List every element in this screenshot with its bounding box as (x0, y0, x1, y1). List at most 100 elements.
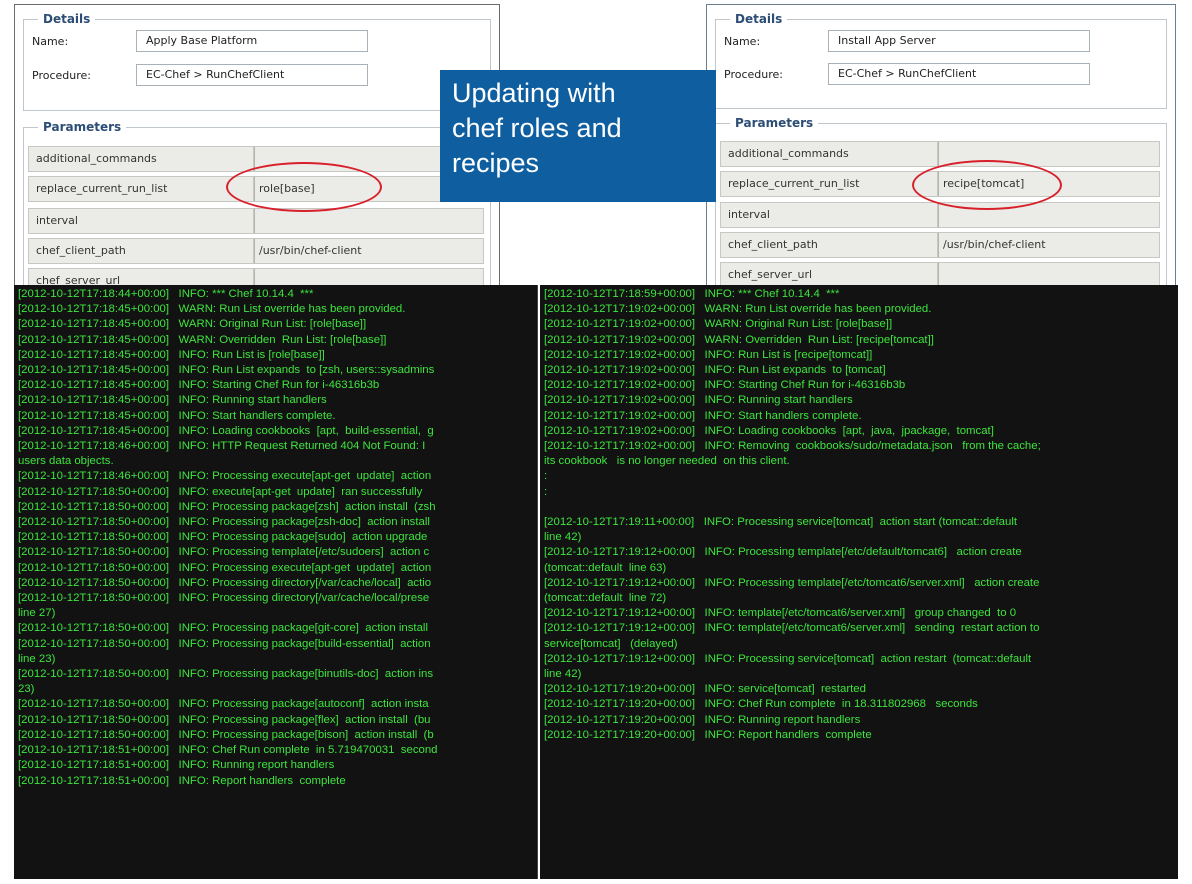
param-key: interval (28, 208, 254, 234)
log-line: [2012-10-12T17:19:02+00:00] INFO: Start … (544, 409, 862, 422)
parameters-legend: Parameters (730, 116, 819, 130)
callout-line: recipes (452, 148, 540, 178)
procedure-row: Procedure: EC-Chef > RunChefClient (724, 63, 1158, 85)
parameters-fieldset: Parameters additional_commands replace_c… (23, 120, 491, 293)
log-line: [2012-10-12T17:18:51+00:00] INFO: Chef R… (18, 744, 438, 757)
log-line: [2012-10-12T17:19:02+00:00] INFO: Run Li… (544, 348, 873, 361)
name-field[interactable]: Install App Server (828, 30, 1090, 52)
name-label: Name: (724, 34, 761, 48)
log-line: [2012-10-12T17:19:20+00:00] INFO: Report… (544, 728, 872, 741)
log-line: [2012-10-12T17:18:50+00:00] INFO: Proces… (18, 728, 434, 741)
param-key: replace_current_run_list (28, 176, 254, 202)
log-line: [2012-10-12T17:18:51+00:00] INFO: Report… (18, 774, 346, 787)
param-key: chef_client_path (28, 238, 254, 264)
log-line: line 42) (544, 531, 582, 544)
param-key: additional_commands (720, 141, 938, 167)
name-field[interactable]: Apply Base Platform (136, 30, 368, 52)
log-line: [2012-10-12T17:18:50+00:00] INFO: Proces… (18, 576, 432, 589)
log-line: [2012-10-12T17:18:46+00:00] INFO: HTTP R… (18, 440, 426, 453)
log-line: [2012-10-12T17:19:12+00:00] INFO: Proces… (544, 576, 1040, 589)
log-line: [2012-10-12T17:19:20+00:00] INFO: Runnin… (544, 713, 861, 726)
parameters-fieldset: Parameters additional_commands replace_c… (715, 116, 1167, 293)
procedure-panel-apply-base-platform: Details Name: Apply Base Platform Proced… (14, 4, 500, 294)
log-line: 23) (18, 683, 35, 696)
param-row-additional-commands: additional_commands (720, 141, 1160, 167)
log-line: (tomcat::default line 72) (544, 592, 667, 605)
log-line: [2012-10-12T17:18:50+00:00] INFO: Proces… (18, 622, 428, 635)
procedure-label: Procedure: (32, 68, 91, 82)
procedure-row: Procedure: EC-Chef > RunChefClient (32, 64, 482, 86)
callout-box: Updating with chef roles and recipes (440, 70, 716, 202)
param-key: replace_current_run_list (720, 171, 938, 197)
param-row-interval: interval (720, 202, 1160, 228)
log-line: [2012-10-12T17:18:45+00:00] WARN: Overri… (18, 333, 387, 346)
param-row-chef-client-path: chef_client_path /usr/bin/chef-client (720, 232, 1160, 258)
log-line: [2012-10-12T17:19:12+00:00] INFO: templa… (544, 607, 1017, 620)
log-line: [2012-10-12T17:18:50+00:00] INFO: Proces… (18, 637, 431, 650)
log-line: [2012-10-12T17:19:02+00:00] WARN: Overri… (544, 333, 934, 346)
log-line: [2012-10-12T17:18:45+00:00] INFO: Loadin… (18, 424, 434, 437)
log-line: [2012-10-12T17:18:50+00:00] INFO: Proces… (18, 561, 432, 574)
log-line: [2012-10-12T17:19:12+00:00] INFO: Proces… (544, 652, 1032, 665)
param-value[interactable] (938, 202, 1160, 228)
log-line: [2012-10-12T17:19:02+00:00] INFO: Runnin… (544, 394, 853, 407)
name-row: Name: Apply Base Platform (32, 30, 482, 52)
log-line: [2012-10-12T17:19:02+00:00] INFO: Run Li… (544, 364, 886, 377)
log-line: [2012-10-12T17:19:20+00:00] INFO: servic… (544, 683, 866, 696)
log-line: [2012-10-12T17:18:45+00:00] INFO: Starti… (18, 379, 380, 392)
log-line: [2012-10-12T17:18:51+00:00] INFO: Runnin… (18, 759, 335, 772)
param-key: additional_commands (28, 146, 254, 172)
log-line: [2012-10-12T17:19:12+00:00] INFO: templa… (544, 622, 1040, 635)
log-line: [2012-10-12T17:18:46+00:00] INFO: Proces… (18, 470, 432, 483)
log-line: its cookbook is no longer needed on this… (544, 455, 790, 468)
log-line: [2012-10-12T17:18:50+00:00] INFO: Proces… (18, 592, 430, 605)
log-line: [2012-10-12T17:18:50+00:00] INFO: Proces… (18, 531, 428, 544)
chef-run-log-right[interactable]: [2012-10-12T17:18:59+00:00] INFO: *** Ch… (540, 285, 1178, 879)
procedure-panel-install-app-server: Details Name: Install App Server Procedu… (706, 4, 1176, 294)
param-value[interactable] (254, 208, 484, 234)
log-line: [2012-10-12T17:19:02+00:00] INFO: Removi… (544, 440, 1041, 453)
param-row-replace-current-run-list: replace_current_run_list recipe[tomcat] (720, 171, 1160, 197)
name-label: Name: (32, 34, 69, 48)
log-line: line 23) (18, 652, 56, 665)
log-line: [2012-10-12T17:18:44+00:00] INFO: *** Ch… (18, 288, 314, 300)
log-line: [2012-10-12T17:18:59+00:00] INFO: *** Ch… (544, 288, 840, 300)
log-line: [2012-10-12T17:18:50+00:00] INFO: execut… (18, 485, 423, 498)
procedure-field[interactable]: EC-Chef > RunChefClient (828, 63, 1090, 85)
procedure-field[interactable]: EC-Chef > RunChefClient (136, 64, 368, 86)
log-line: [2012-10-12T17:18:50+00:00] INFO: Proces… (18, 668, 434, 681)
log-line: [2012-10-12T17:18:50+00:00] INFO: Proces… (18, 516, 430, 529)
param-value[interactable]: /usr/bin/chef-client (254, 238, 484, 264)
log-line: [2012-10-12T17:19:02+00:00] INFO: Loadin… (544, 424, 994, 437)
log-line: [2012-10-12T17:18:45+00:00] INFO: Start … (18, 409, 336, 422)
chef-run-log-left[interactable]: [2012-10-12T17:18:44+00:00] INFO: *** Ch… (14, 285, 538, 879)
log-line: [2012-10-12T17:18:50+00:00] INFO: Proces… (18, 546, 430, 559)
log-line: : (544, 470, 548, 483)
log-line: line 27) (18, 607, 56, 620)
log-line: [2012-10-12T17:18:50+00:00] INFO: Proces… (18, 698, 429, 711)
log-line: users data objects. (18, 455, 114, 468)
log-line: [2012-10-12T17:19:02+00:00] INFO: Starti… (544, 379, 906, 392)
callout-line: chef roles and (452, 113, 622, 143)
log-line: [2012-10-12T17:19:12+00:00] INFO: Proces… (544, 546, 1022, 559)
log-line: [2012-10-12T17:18:45+00:00] INFO: Run Li… (18, 364, 435, 377)
log-line: [2012-10-12T17:18:45+00:00] WARN: Run Li… (18, 303, 406, 316)
param-value[interactable]: recipe[tomcat] (938, 171, 1160, 197)
log-line: [2012-10-12T17:19:20+00:00] INFO: Chef R… (544, 698, 978, 711)
param-key: interval (720, 202, 938, 228)
details-fieldset: Details Name: Install App Server Procedu… (715, 12, 1167, 109)
param-value[interactable]: /usr/bin/chef-client (938, 232, 1160, 258)
log-line: service[tomcat] (delayed) (544, 637, 678, 650)
param-row-interval: interval (28, 208, 484, 234)
log-line: line 42) (544, 668, 582, 681)
details-fieldset: Details Name: Apply Base Platform Proced… (23, 12, 491, 111)
procedure-label: Procedure: (724, 67, 783, 81)
log-line: [2012-10-12T17:18:45+00:00] INFO: Runnin… (18, 394, 327, 407)
log-line: [2012-10-12T17:18:45+00:00] INFO: Run Li… (18, 348, 325, 361)
details-legend: Details (730, 12, 788, 26)
parameters-legend: Parameters (38, 120, 127, 134)
log-line: (tomcat::default line 63) (544, 561, 667, 574)
log-line: [2012-10-12T17:19:02+00:00] WARN: Run Li… (544, 303, 932, 316)
param-value[interactable] (938, 141, 1160, 167)
log-line: [2012-10-12T17:18:50+00:00] INFO: Proces… (18, 500, 436, 513)
